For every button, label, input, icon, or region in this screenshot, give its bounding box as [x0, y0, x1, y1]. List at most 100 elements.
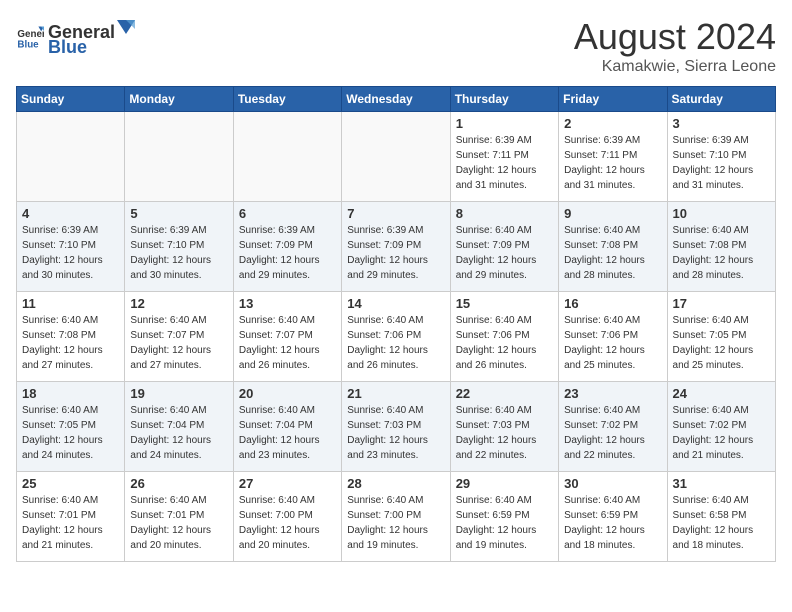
day-number: 26 [130, 476, 227, 491]
day-info: Sunrise: 6:40 AM Sunset: 7:00 PM Dayligh… [347, 493, 444, 553]
day-info: Sunrise: 6:40 AM Sunset: 7:05 PM Dayligh… [673, 313, 770, 373]
calendar-day-cell: 10Sunrise: 6:40 AM Sunset: 7:08 PM Dayli… [667, 202, 775, 292]
day-number: 27 [239, 476, 336, 491]
day-number: 4 [22, 206, 119, 221]
calendar-week-row: 18 Sunrise: 6:40 AM Sunset: 7:05 PM Dayli… [17, 382, 776, 472]
day-info: Sunrise: 6:40 AM Sunset: 7:08 PM Dayligh… [564, 223, 661, 283]
day-info: Sunrise: 6:40 AM Sunset: 6:59 PM Dayligh… [456, 493, 553, 553]
calendar-day-cell [342, 112, 450, 202]
calendar-day-cell: 23 Sunrise: 6:40 AM Sunset: 7:02 PM Dayli… [559, 382, 667, 472]
day-number: 18 [22, 386, 119, 401]
calendar-day-cell: 31 Sunrise: 6:40 AM Sunset: 6:58 PM Dayli… [667, 472, 775, 562]
day-info: Sunrise: 6:40 AM Sunset: 7:06 PM Dayligh… [347, 313, 444, 373]
day-info: Sunrise: 6:40 AM Sunset: 7:08 PM Dayligh… [673, 223, 770, 283]
logo-triangle-icon [115, 16, 137, 38]
calendar-day-cell: 15 Sunrise: 6:40 AM Sunset: 7:06 PM Dayli… [450, 292, 558, 382]
day-info: Sunrise: 6:40 AM Sunset: 7:06 PM Dayligh… [456, 313, 553, 373]
calendar-header-wednesday: Wednesday [342, 87, 450, 112]
day-number: 22 [456, 386, 553, 401]
calendar-day-cell: 26 Sunrise: 6:40 AM Sunset: 7:01 PM Dayli… [125, 472, 233, 562]
day-number: 15 [456, 296, 553, 311]
day-info: Sunrise: 6:39 AM Sunset: 7:09 PM Dayligh… [239, 223, 336, 283]
calendar-day-cell: 16Sunrise: 6:40 AM Sunset: 7:06 PM Dayli… [559, 292, 667, 382]
logo: General Blue General Blue [16, 16, 137, 58]
calendar-day-cell: 28 Sunrise: 6:40 AM Sunset: 7:00 PM Dayli… [342, 472, 450, 562]
page-header: General Blue General Blue August 2024 Ka… [16, 16, 776, 76]
calendar-day-cell: 12 Sunrise: 6:40 AM Sunset: 7:07 PM Dayli… [125, 292, 233, 382]
day-info: Sunrise: 6:39 AM Sunset: 7:10 PM Dayligh… [22, 223, 119, 283]
calendar-header-thursday: Thursday [450, 87, 558, 112]
title-block: August 2024 Kamakwie, Sierra Leone [574, 16, 776, 76]
day-info: Sunrise: 6:40 AM Sunset: 7:02 PM Dayligh… [673, 403, 770, 463]
calendar-day-cell: 6Sunrise: 6:39 AM Sunset: 7:09 PM Daylig… [233, 202, 341, 292]
day-info: Sunrise: 6:40 AM Sunset: 7:00 PM Dayligh… [239, 493, 336, 553]
day-number: 8 [456, 206, 553, 221]
day-number: 14 [347, 296, 444, 311]
day-number: 29 [456, 476, 553, 491]
calendar-day-cell: 11 Sunrise: 6:40 AM Sunset: 7:08 PM Dayli… [17, 292, 125, 382]
day-info: Sunrise: 6:40 AM Sunset: 7:04 PM Dayligh… [239, 403, 336, 463]
day-number: 13 [239, 296, 336, 311]
svg-text:Blue: Blue [17, 40, 39, 51]
day-number: 23 [564, 386, 661, 401]
calendar-day-cell [125, 112, 233, 202]
day-number: 9 [564, 206, 661, 221]
day-number: 19 [130, 386, 227, 401]
day-info: Sunrise: 6:40 AM Sunset: 7:01 PM Dayligh… [130, 493, 227, 553]
calendar-day-cell: 9 Sunrise: 6:40 AM Sunset: 7:08 PM Daylig… [559, 202, 667, 292]
day-number: 21 [347, 386, 444, 401]
calendar-day-cell: 5 Sunrise: 6:39 AM Sunset: 7:10 PM Daylig… [125, 202, 233, 292]
day-number: 28 [347, 476, 444, 491]
day-info: Sunrise: 6:40 AM Sunset: 7:03 PM Dayligh… [347, 403, 444, 463]
calendar-week-row: 25 Sunrise: 6:40 AM Sunset: 7:01 PM Dayli… [17, 472, 776, 562]
calendar-day-cell: 3 Sunrise: 6:39 AM Sunset: 7:10 PM Daylig… [667, 112, 775, 202]
calendar-day-cell: 25Sunrise: 6:40 AM Sunset: 7:01 PM Dayli… [17, 472, 125, 562]
day-number: 11 [22, 296, 119, 311]
day-number: 20 [239, 386, 336, 401]
day-number: 25 [22, 476, 119, 491]
day-info: Sunrise: 6:40 AM Sunset: 6:59 PM Dayligh… [564, 493, 661, 553]
day-info: Sunrise: 6:40 AM Sunset: 7:09 PM Dayligh… [456, 223, 553, 283]
calendar-day-cell: 8 Sunrise: 6:40 AM Sunset: 7:09 PM Daylig… [450, 202, 558, 292]
day-info: Sunrise: 6:40 AM Sunset: 7:07 PM Dayligh… [239, 313, 336, 373]
calendar-week-row: 1 Sunrise: 6:39 AM Sunset: 7:11 PM Daylig… [17, 112, 776, 202]
calendar-day-cell: 13 Sunrise: 6:40 AM Sunset: 7:07 PM Dayli… [233, 292, 341, 382]
day-info: Sunrise: 6:40 AM Sunset: 7:02 PM Dayligh… [564, 403, 661, 463]
day-number: 17 [673, 296, 770, 311]
calendar-day-cell: 17 Sunrise: 6:40 AM Sunset: 7:05 PM Dayli… [667, 292, 775, 382]
day-info: Sunrise: 6:40 AM Sunset: 7:05 PM Dayligh… [22, 403, 119, 463]
day-number: 1 [456, 116, 553, 131]
calendar-day-cell: 14 Sunrise: 6:40 AM Sunset: 7:06 PM Dayli… [342, 292, 450, 382]
calendar-day-cell: 19 Sunrise: 6:40 AM Sunset: 7:04 PM Dayli… [125, 382, 233, 472]
day-info: Sunrise: 6:40 AM Sunset: 7:06 PM Dayligh… [564, 313, 661, 373]
day-number: 24 [673, 386, 770, 401]
calendar-week-row: 11 Sunrise: 6:40 AM Sunset: 7:08 PM Dayli… [17, 292, 776, 382]
calendar-week-row: 4 Sunrise: 6:39 AM Sunset: 7:10 PM Daylig… [17, 202, 776, 292]
month-year-title: August 2024 [574, 16, 776, 58]
day-info: Sunrise: 6:39 AM Sunset: 7:10 PM Dayligh… [130, 223, 227, 283]
day-number: 3 [673, 116, 770, 131]
calendar-day-cell: 1 Sunrise: 6:39 AM Sunset: 7:11 PM Daylig… [450, 112, 558, 202]
day-info: Sunrise: 6:40 AM Sunset: 6:58 PM Dayligh… [673, 493, 770, 553]
calendar-header-monday: Monday [125, 87, 233, 112]
calendar-header-row: SundayMondayTuesdayWednesdayThursdayFrid… [17, 87, 776, 112]
day-info: Sunrise: 6:40 AM Sunset: 7:08 PM Dayligh… [22, 313, 119, 373]
calendar-day-cell: 22Sunrise: 6:40 AM Sunset: 7:03 PM Dayli… [450, 382, 558, 472]
day-number: 2 [564, 116, 661, 131]
calendar-day-cell: 4 Sunrise: 6:39 AM Sunset: 7:10 PM Daylig… [17, 202, 125, 292]
day-info: Sunrise: 6:39 AM Sunset: 7:11 PM Dayligh… [456, 133, 553, 193]
day-number: 12 [130, 296, 227, 311]
day-info: Sunrise: 6:40 AM Sunset: 7:04 PM Dayligh… [130, 403, 227, 463]
day-number: 31 [673, 476, 770, 491]
day-number: 30 [564, 476, 661, 491]
day-number: 7 [347, 206, 444, 221]
day-number: 5 [130, 206, 227, 221]
calendar-day-cell: 21 Sunrise: 6:40 AM Sunset: 7:03 PM Dayli… [342, 382, 450, 472]
day-info: Sunrise: 6:40 AM Sunset: 7:07 PM Dayligh… [130, 313, 227, 373]
logo-icon: General Blue [16, 23, 44, 51]
svg-text:General: General [17, 29, 44, 40]
calendar-header-sunday: Sunday [17, 87, 125, 112]
calendar-day-cell: 24 Sunrise: 6:40 AM Sunset: 7:02 PM Dayli… [667, 382, 775, 472]
day-info: Sunrise: 6:39 AM Sunset: 7:10 PM Dayligh… [673, 133, 770, 193]
calendar-day-cell: 2Sunrise: 6:39 AM Sunset: 7:11 PM Daylig… [559, 112, 667, 202]
